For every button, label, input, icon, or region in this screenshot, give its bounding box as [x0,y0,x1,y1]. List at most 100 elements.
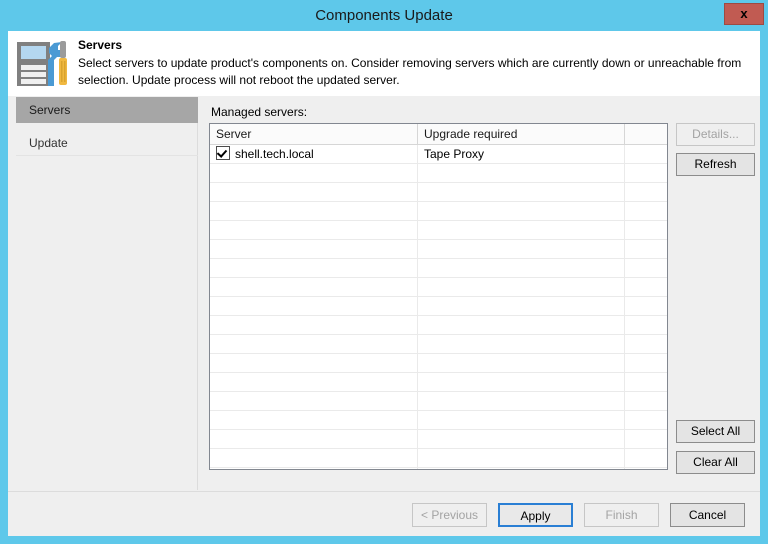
cell-upgrade-required [418,221,625,239]
cell-server [210,240,418,258]
cell-upgrade-required [418,449,625,467]
sidebar-item-label: Servers [29,103,70,117]
cell-server [210,297,418,315]
window-title: Components Update [0,0,768,31]
table-row[interactable]: shell.tech.localTape Proxy [210,145,667,164]
cell-upgrade-required [418,411,625,429]
dialog-body: Servers Select servers to update product… [8,31,760,536]
table-row[interactable] [210,354,667,373]
cell-server [210,373,418,391]
cell-server [210,430,418,448]
cell-server [210,259,418,277]
sidebar-item-label: Update [29,136,68,150]
cell-upgrade-required [418,373,625,391]
table-row[interactable] [210,335,667,354]
column-header-server[interactable]: Server [210,124,418,144]
table-row[interactable] [210,373,667,392]
table-row[interactable] [210,392,667,411]
cell-blank [625,164,668,182]
sidebar: Servers Update [8,97,198,490]
cell-server [210,221,418,239]
cell-server [210,354,418,372]
sidebar-item-update[interactable]: Update [16,130,198,156]
cell-upgrade-required [418,468,625,470]
header-banner: Servers Select servers to update product… [8,31,760,96]
cell-blank [625,145,668,163]
cell-upgrade-required [418,202,625,220]
cell-upgrade-required [418,164,625,182]
cell-server [210,202,418,220]
cell-upgrade-required [418,183,625,201]
footer-bar: < Previous Apply Finish Cancel [8,491,760,536]
table-row[interactable] [210,164,667,183]
cell-upgrade-required [418,240,625,258]
cell-blank [625,316,668,334]
managed-servers-table: Server Upgrade required shell.tech.local… [209,123,668,470]
column-header-upgrade-required[interactable]: Upgrade required [418,124,625,144]
cell-blank [625,354,668,372]
title-bar: Components Update x [0,0,768,31]
cell-server [210,411,418,429]
main-content: Managed servers: Server Upgrade required… [199,97,760,490]
cell-blank [625,221,668,239]
cell-upgrade-required [418,259,625,277]
table-row[interactable] [210,259,667,278]
close-icon[interactable]: x [724,3,764,25]
cell-upgrade-required [418,392,625,410]
cell-upgrade-required [418,278,625,296]
header-title: Servers [78,38,122,52]
row-checkbox[interactable] [216,146,230,160]
cell-blank [625,468,668,470]
cell-upgrade-required [418,316,625,334]
cell-upgrade-required [418,354,625,372]
table-row[interactable] [210,240,667,259]
refresh-button[interactable]: Refresh [676,153,755,176]
table-row[interactable] [210,202,667,221]
cell-server [210,449,418,467]
apply-button[interactable]: Apply [498,503,573,527]
cell-upgrade-required [418,335,625,353]
table-row[interactable] [210,411,667,430]
cell-server [210,335,418,353]
cell-blank [625,202,668,220]
finish-button[interactable]: Finish [584,503,659,527]
cell-upgrade-required: Tape Proxy [418,145,625,163]
cell-blank [625,297,668,315]
managed-servers-label: Managed servers: [211,105,307,119]
column-header-blank[interactable] [625,124,667,144]
previous-button[interactable]: < Previous [412,503,487,527]
cell-blank [625,430,668,448]
header-description: Select servers to update product's compo… [78,55,750,89]
table-row[interactable] [210,430,667,449]
cell-server: shell.tech.local [210,145,418,163]
table-row[interactable] [210,278,667,297]
cell-server [210,164,418,182]
cell-blank [625,259,668,277]
table-header-row: Server Upgrade required [210,124,667,145]
cell-blank [625,240,668,258]
cell-upgrade-required [418,297,625,315]
cell-blank [625,335,668,353]
cell-server [210,278,418,296]
sidebar-item-servers[interactable]: Servers [16,97,198,123]
cell-blank [625,411,668,429]
cell-server [210,316,418,334]
table-row[interactable] [210,183,667,202]
clear-all-button[interactable]: Clear All [676,451,755,474]
select-all-button[interactable]: Select All [676,420,755,443]
cell-blank [625,449,668,467]
cell-server [210,183,418,201]
cancel-button[interactable]: Cancel [670,503,745,527]
cell-blank [625,392,668,410]
details-button[interactable]: Details... [676,123,755,146]
table-row[interactable] [210,316,667,335]
cell-upgrade-required [418,430,625,448]
table-row[interactable] [210,449,667,468]
cell-blank [625,278,668,296]
table-row[interactable] [210,297,667,316]
table-row[interactable] [210,468,667,470]
table-body: shell.tech.localTape Proxy [210,145,667,470]
cell-server [210,468,418,470]
cell-blank [625,183,668,201]
table-row[interactable] [210,221,667,240]
